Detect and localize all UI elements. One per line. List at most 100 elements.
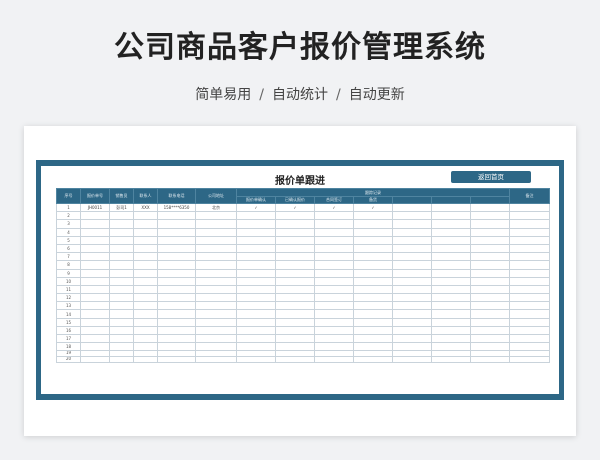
- table-cell[interactable]: [275, 301, 315, 311]
- table-cell[interactable]: [236, 309, 276, 319]
- table-cell[interactable]: [236, 260, 276, 270]
- table-cell[interactable]: [80, 243, 110, 254]
- table-cell[interactable]: [157, 227, 196, 237]
- table-cell[interactable]: [195, 301, 237, 311]
- table-cell[interactable]: [80, 301, 110, 311]
- table-cell[interactable]: [431, 342, 471, 352]
- table-cell[interactable]: [109, 325, 134, 336]
- table-cell[interactable]: [392, 260, 432, 270]
- table-cell[interactable]: [392, 227, 432, 237]
- table-cell[interactable]: [195, 293, 237, 303]
- table-cell[interactable]: [469, 243, 511, 254]
- table-cell[interactable]: [236, 227, 276, 237]
- table-cell[interactable]: [236, 235, 276, 245]
- table-cell[interactable]: [275, 284, 315, 295]
- table-cell[interactable]: [195, 309, 237, 319]
- table-cell[interactable]: [133, 227, 158, 237]
- table-cell[interactable]: [509, 252, 551, 262]
- table-cell[interactable]: [314, 333, 354, 344]
- table-cell[interactable]: [353, 268, 393, 278]
- table-cell[interactable]: [314, 356, 354, 363]
- table-cell[interactable]: [195, 356, 237, 363]
- table-cell[interactable]: [392, 317, 432, 327]
- table-cell[interactable]: [314, 243, 354, 254]
- table-cell[interactable]: [431, 219, 471, 229]
- table-cell[interactable]: [353, 252, 393, 262]
- table-cell[interactable]: JH0011: [80, 202, 110, 213]
- table-cell[interactable]: [431, 356, 471, 363]
- table-cell[interactable]: [392, 301, 432, 311]
- table-cell[interactable]: [133, 325, 158, 336]
- table-cell[interactable]: [157, 317, 196, 327]
- table-cell[interactable]: [314, 227, 354, 237]
- table-cell[interactable]: [195, 268, 237, 278]
- table-cell[interactable]: [431, 252, 471, 262]
- table-cell[interactable]: [157, 356, 196, 363]
- table-cell[interactable]: 北京: [195, 202, 237, 213]
- table-cell[interactable]: [236, 268, 276, 278]
- table-cell[interactable]: [469, 268, 511, 278]
- table-cell[interactable]: [431, 211, 471, 221]
- table-cell[interactable]: [469, 309, 511, 319]
- table-cell[interactable]: [509, 268, 551, 278]
- table-cell[interactable]: [353, 260, 393, 270]
- table-cell[interactable]: [109, 293, 134, 303]
- table-cell[interactable]: [195, 276, 237, 286]
- table-cell[interactable]: [314, 268, 354, 278]
- table-cell[interactable]: [80, 309, 110, 319]
- table-cell[interactable]: [133, 260, 158, 270]
- table-cell[interactable]: [509, 309, 551, 319]
- table-cell[interactable]: [392, 342, 432, 352]
- table-cell[interactable]: [236, 276, 276, 286]
- table-cell[interactable]: [509, 301, 551, 311]
- table-cell[interactable]: [133, 356, 158, 363]
- table-cell[interactable]: [469, 276, 511, 286]
- table-cell[interactable]: [109, 356, 134, 363]
- table-cell[interactable]: [469, 219, 511, 229]
- table-cell[interactable]: [469, 235, 511, 245]
- table-cell[interactable]: [236, 333, 276, 344]
- table-cell[interactable]: [314, 301, 354, 311]
- table-cell[interactable]: ✓: [275, 202, 315, 213]
- table-cell[interactable]: [431, 202, 471, 213]
- table-cell[interactable]: [236, 284, 276, 295]
- table-cell[interactable]: [195, 243, 237, 254]
- table-cell[interactable]: [509, 243, 551, 254]
- table-cell[interactable]: [109, 227, 134, 237]
- table-cell[interactable]: [195, 219, 237, 229]
- table-cell[interactable]: [157, 293, 196, 303]
- table-cell[interactable]: [157, 235, 196, 245]
- table-cell[interactable]: [109, 260, 134, 270]
- table-cell[interactable]: [275, 211, 315, 221]
- table-cell[interactable]: 158****6350: [157, 202, 196, 213]
- table-cell[interactable]: [275, 325, 315, 336]
- table-cell[interactable]: [392, 243, 432, 254]
- table-cell[interactable]: [469, 211, 511, 221]
- table-cell[interactable]: [236, 293, 276, 303]
- table-cell[interactable]: [80, 252, 110, 262]
- table-cell[interactable]: [353, 211, 393, 221]
- table-cell[interactable]: [80, 260, 110, 270]
- table-cell[interactable]: [275, 227, 315, 237]
- table-cell[interactable]: [275, 276, 315, 286]
- table-cell[interactable]: [392, 333, 432, 344]
- table-cell[interactable]: [80, 325, 110, 336]
- table-cell[interactable]: [431, 284, 471, 295]
- table-cell[interactable]: [195, 211, 237, 221]
- table-cell[interactable]: [392, 293, 432, 303]
- back-home-button[interactable]: 返回首页: [451, 171, 531, 183]
- table-cell[interactable]: [195, 227, 237, 237]
- table-cell[interactable]: [133, 219, 158, 229]
- table-cell[interactable]: [109, 301, 134, 311]
- table-cell[interactable]: [353, 284, 393, 295]
- table-cell[interactable]: [353, 235, 393, 245]
- table-cell[interactable]: [314, 260, 354, 270]
- table-cell[interactable]: [353, 356, 393, 363]
- table-cell[interactable]: [509, 293, 551, 303]
- table-cell[interactable]: [275, 235, 315, 245]
- table-cell[interactable]: [353, 301, 393, 311]
- table-cell[interactable]: [275, 243, 315, 254]
- table-cell[interactable]: [469, 202, 511, 213]
- table-cell[interactable]: [353, 325, 393, 336]
- table-cell[interactable]: [157, 284, 196, 295]
